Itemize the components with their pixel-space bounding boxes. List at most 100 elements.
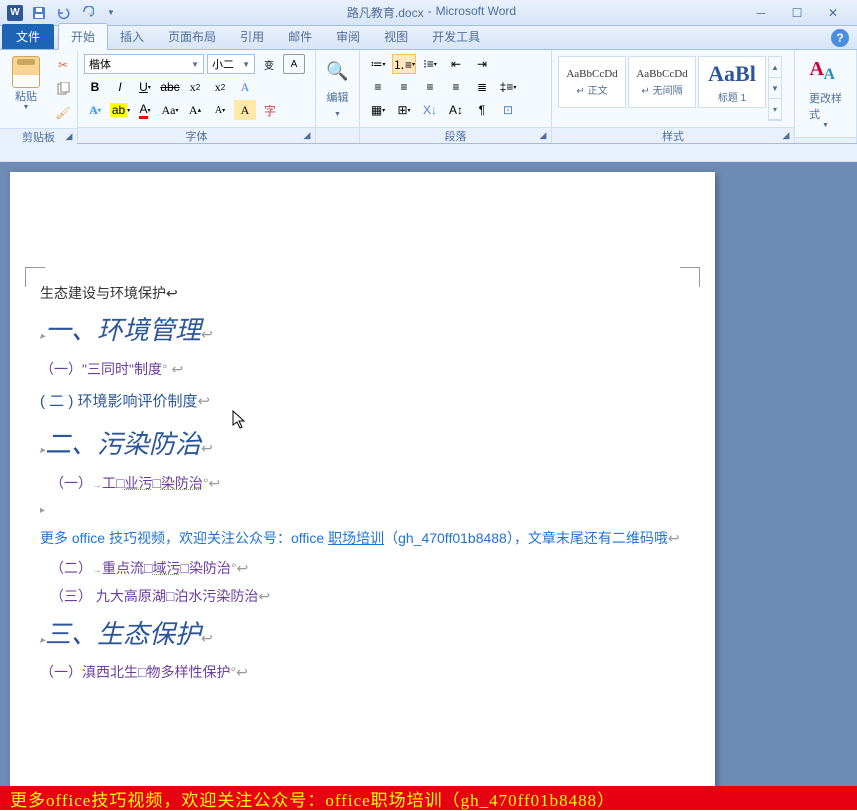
clipboard-launcher-icon[interactable]: ◢ <box>63 131 75 143</box>
align-right-icon[interactable]: ≡ <box>418 77 442 97</box>
minimize-icon[interactable]: ─ <box>747 4 775 22</box>
multilevel-icon[interactable]: ⁝≡▾ <box>418 54 442 74</box>
clear-format-icon[interactable]: 字 <box>259 100 281 120</box>
asian-layout-icon[interactable]: A↕ <box>444 100 468 120</box>
expand-gallery-icon[interactable]: ▾ <box>769 99 781 120</box>
paste-button[interactable]: 粘贴 ▼ <box>6 54 46 124</box>
sub-3-1[interactable]: （一）滇西北生□物多样性保护°↩ <box>40 661 685 683</box>
change-styles-button[interactable]: A A 更改样式 ▼ <box>801 54 850 133</box>
increase-indent-icon[interactable]: ⇥ <box>470 54 494 74</box>
save-icon[interactable] <box>28 2 50 24</box>
page[interactable]: 生态建设与环境保护↩ ▸一、环境管理↩ （一）"三同时"制度° ↩ ( 二 ) … <box>10 172 715 802</box>
sub-1-1[interactable]: （一）"三同时"制度° ↩ <box>40 358 685 380</box>
font-launcher-icon[interactable]: ◢ <box>301 130 313 142</box>
numbering-icon[interactable]: ⒈≡▾ <box>392 54 416 74</box>
sub-2-1[interactable]: （一）→工□业污□染防治°↩ <box>40 472 685 494</box>
char-shading-icon[interactable]: Aa▾ <box>159 100 181 120</box>
tab-file[interactable]: 文件 <box>2 24 54 49</box>
maximize-icon[interactable]: ☐ <box>783 4 811 22</box>
decrease-indent-icon[interactable]: ⇤ <box>444 54 468 74</box>
sub-1-2[interactable]: ( 二 ) 环境影响评价制度↩ <box>40 390 685 414</box>
font-group-label: 字体 <box>186 128 208 144</box>
italic-icon[interactable]: I <box>109 77 131 97</box>
tab-developer[interactable]: 开发工具 <box>420 24 492 49</box>
doc-title-line[interactable]: 生态建设与环境保护↩ <box>40 282 685 304</box>
cut-icon[interactable]: ✂ <box>52 54 74 76</box>
superscript-icon[interactable]: x2 <box>209 77 231 97</box>
align-center-icon[interactable]: ≡ <box>392 77 416 97</box>
margin-corner-tl <box>25 267 45 287</box>
change-case-icon[interactable]: A <box>234 100 256 120</box>
group-change-styles: A A 更改样式 ▼ <box>795 50 857 143</box>
shading-icon[interactable]: ▦▾ <box>366 100 390 120</box>
ruler[interactable] <box>0 144 857 162</box>
tab-review[interactable]: 审阅 <box>324 24 372 49</box>
phonetic-guide-icon[interactable]: 变 <box>258 54 280 74</box>
bold-icon[interactable]: B <box>84 77 106 97</box>
scroll-down-icon[interactable]: ▼ <box>769 78 781 99</box>
doc-name: 路凡教育.docx <box>347 4 424 21</box>
align-left-icon[interactable]: ≡ <box>366 77 390 97</box>
redo-icon[interactable] <box>76 2 98 24</box>
find-icon[interactable]: 🔍 <box>324 59 352 83</box>
sub-2-2[interactable]: （二）→重点流□域污□染防治°↩ <box>40 557 685 579</box>
tab-mailings[interactable]: 邮件 <box>276 24 324 49</box>
heading-2[interactable]: ▸二、污染防治↩ <box>40 424 685 466</box>
change-styles-label: 更改样式 <box>809 90 842 122</box>
justify-icon[interactable]: ≡ <box>444 77 468 97</box>
font-size-combo[interactable]: 小二▼ <box>207 54 255 74</box>
blank-bullet[interactable]: ▸ <box>40 500 685 519</box>
shrink-font-icon[interactable]: A▾ <box>209 100 231 120</box>
qat-dropdown-icon[interactable]: ▼ <box>100 2 122 24</box>
text-effects-icon[interactable]: A▾ <box>84 100 106 120</box>
style-nospacing[interactable]: AaBbCcDd ↵ 无间隔 <box>628 56 696 108</box>
show-marks-icon[interactable]: ¶ <box>470 100 494 120</box>
tab-references[interactable]: 引用 <box>228 24 276 49</box>
underline-icon[interactable]: U▾ <box>134 77 156 97</box>
snap-grid-icon[interactable]: ⊡ <box>496 100 520 120</box>
char-border-icon[interactable]: A <box>234 77 256 97</box>
tab-insert[interactable]: 插入 <box>108 24 156 49</box>
close-icon[interactable]: ✕ <box>819 4 847 22</box>
word-app-icon[interactable]: W <box>4 2 26 24</box>
app-name: Microsoft Word <box>436 4 516 21</box>
group-clipboard: 粘贴 ▼ ✂ 🖌 剪贴板 ◢ <box>0 50 78 143</box>
format-painter-icon[interactable]: 🖌 <box>52 102 74 124</box>
bullets-icon[interactable]: ≔▾ <box>366 54 390 74</box>
enclose-char-icon[interactable]: A <box>283 54 305 74</box>
styles-launcher-icon[interactable]: ◢ <box>780 130 792 142</box>
borders-icon[interactable]: ⊞▾ <box>392 100 416 120</box>
para-launcher-icon[interactable]: ◢ <box>537 130 549 142</box>
clipboard-label: 剪贴板 <box>22 129 55 145</box>
copy-icon[interactable] <box>52 78 74 100</box>
window-title: 路凡教育.docx - Microsoft Word <box>126 4 737 21</box>
help-icon[interactable]: ? <box>831 29 849 47</box>
font-name-combo[interactable]: 楷体▼ <box>84 54 204 74</box>
style-normal[interactable]: AaBbCcDd ↵ 正文 <box>558 56 626 108</box>
sort-icon[interactable]: X↓ <box>418 100 442 120</box>
distributed-icon[interactable]: ≣ <box>470 77 494 97</box>
grow-font-icon[interactable]: A▴ <box>184 100 206 120</box>
font-color-icon[interactable]: A▾ <box>134 100 156 120</box>
ribbon: 粘贴 ▼ ✂ 🖌 剪贴板 ◢ 楷体▼ 小二▼ 变 A B <box>0 50 857 144</box>
highlight-icon[interactable]: ab▾ <box>109 100 131 120</box>
group-paragraph: ≔▾ ⒈≡▾ ⁝≡▾ ⇤ ⇥ ≡ ≡ ≡ ≡ ≣ ‡≡▾ ▦▾ ⊞▾ <box>360 50 552 143</box>
undo-icon[interactable] <box>52 2 74 24</box>
sub-2-3[interactable]: （三） 九大高原湖□泊水污染防治↩ <box>40 585 685 607</box>
paste-label: 粘贴 <box>15 88 37 104</box>
subscript-icon[interactable]: x2 <box>184 77 206 97</box>
tab-home[interactable]: 开始 <box>58 23 108 50</box>
styles-gallery-scroll[interactable]: ▲ ▼ ▾ <box>768 56 782 121</box>
scroll-up-icon[interactable]: ▲ <box>769 57 781 78</box>
promo-line[interactable]: 更多 office 技巧视频，欢迎关注公众号：office 职场培训（gh_47… <box>40 526 685 551</box>
line-spacing-icon[interactable]: ‡≡▾ <box>496 77 520 97</box>
change-styles-icon: A A <box>810 58 842 90</box>
tab-view[interactable]: 视图 <box>372 24 420 49</box>
style-heading1[interactable]: AaBl 标题 1 <box>698 56 766 108</box>
group-font: 楷体▼ 小二▼ 变 A B I U▾ abc x2 x2 A A▾ ab▾ <box>78 50 316 143</box>
strikethrough-icon[interactable]: abc <box>159 77 181 97</box>
tab-layout[interactable]: 页面布局 <box>156 24 228 49</box>
heading-3[interactable]: ▸三、生态保护↩ <box>40 614 685 656</box>
heading-1[interactable]: ▸一、环境管理↩ <box>40 310 685 352</box>
paste-icon <box>12 56 40 88</box>
